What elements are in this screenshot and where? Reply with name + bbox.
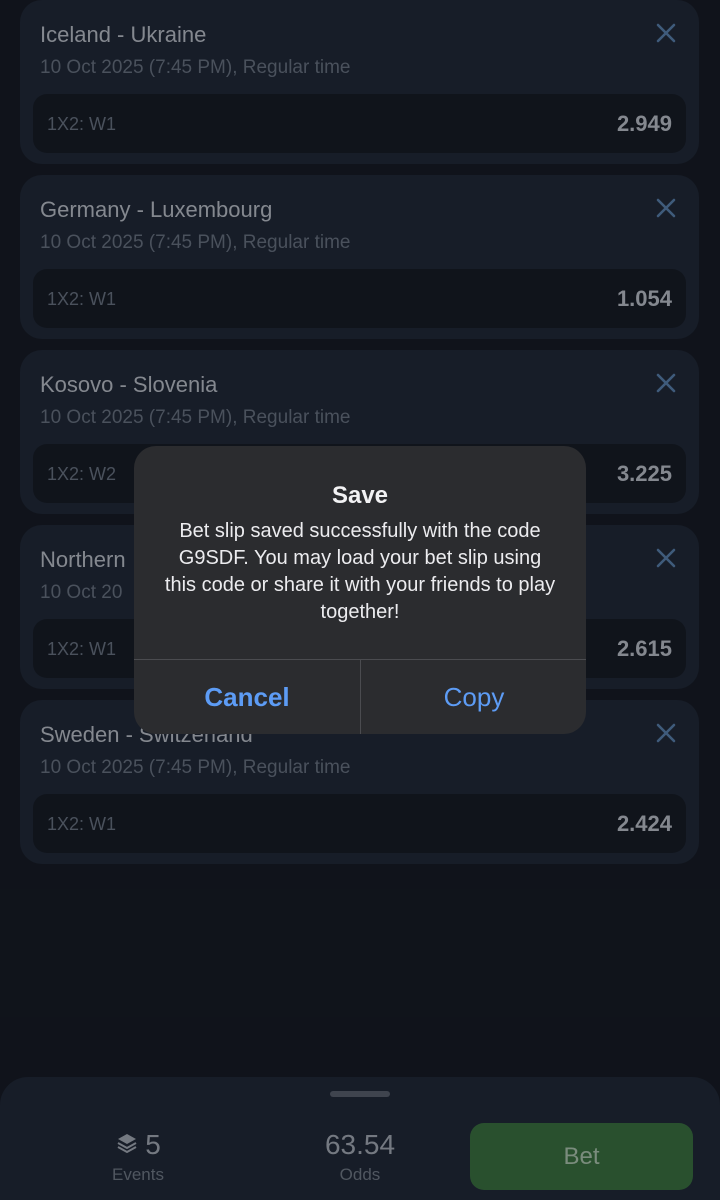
copy-button[interactable]: Copy	[361, 660, 586, 734]
alert-message: Bet slip saved successfully with the cod…	[164, 520, 556, 623]
alert-title: Save	[331, 482, 389, 509]
bet-slip-screen: Iceland - Ukraine 10 Oct 2025 (7:45 PM),…	[0, 0, 720, 1200]
cancel-button[interactable]: Cancel	[134, 660, 360, 734]
save-alert-dialog: Save Bet slip saved successfully with th…	[134, 446, 586, 734]
